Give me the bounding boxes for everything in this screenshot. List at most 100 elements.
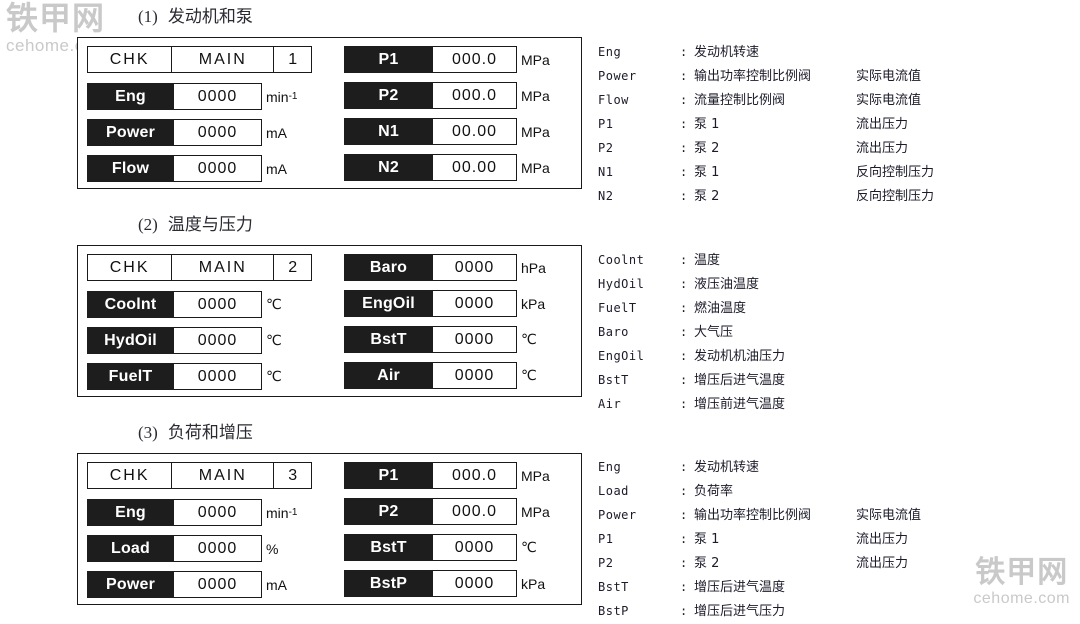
legend-colon: :: [680, 277, 688, 291]
field-row[interactable]: BstT 0000 ℃: [344, 326, 574, 353]
field-unit-bstp: kPa: [517, 570, 545, 597]
field-row[interactable]: N2 00.00 MPa: [344, 154, 574, 181]
panel-header-row[interactable]: CHK MAIN 2: [87, 254, 312, 281]
field-value-bstt[interactable]: 0000: [433, 534, 517, 561]
field-unit-text: ℃: [266, 296, 282, 312]
section-3: (3) 负荷和增压 CHK MAIN 3 Eng 0000 min -1 Load …: [0, 416, 1080, 619]
legend-description: 泵 1: [694, 165, 720, 180]
field-value-p1[interactable]: 000.0: [433, 46, 517, 73]
legend-description: 增压后进气压力: [694, 604, 786, 619]
field-value-baro[interactable]: 0000: [433, 254, 517, 281]
field-value-engoil[interactable]: 0000: [433, 290, 517, 317]
legend-extra-note: 实际电流值: [856, 69, 922, 84]
field-unit-coolnt: ℃: [262, 291, 282, 318]
field-unit-bstt: ℃: [517, 534, 537, 561]
section-2: (2) 温度与压力 CHK MAIN 2 Coolnt 0000 ℃ HydOil…: [0, 208, 1080, 412]
legend-row: N2 : 泵 2 反向控制压力: [598, 185, 1068, 209]
legend-description: 温度: [694, 253, 721, 268]
field-row[interactable]: Eng 0000 min -1: [87, 83, 357, 110]
panel-header-menu[interactable]: MAIN: [172, 47, 275, 72]
field-row[interactable]: P2 000.0 MPa: [344, 498, 574, 525]
field-value-power[interactable]: 0000: [174, 119, 262, 146]
legend-description: 发动机转速: [694, 460, 760, 475]
panel-left-column: CHK MAIN 2 Coolnt 0000 ℃ HydOil 0000 ℃ F…: [87, 254, 357, 390]
field-value-coolnt[interactable]: 0000: [174, 291, 262, 318]
field-row[interactable]: EngOil 0000 kPa: [344, 290, 574, 317]
field-value-p1[interactable]: 000.0: [433, 462, 517, 489]
panel-header-page[interactable]: 1: [274, 47, 311, 72]
field-value-air[interactable]: 0000: [433, 362, 517, 389]
field-unit-text: MPa: [521, 467, 550, 484]
field-value-fuelt[interactable]: 0000: [174, 363, 262, 390]
legend-extra-note: 流出压力: [856, 141, 909, 156]
field-row[interactable]: Power 0000 mA: [87, 119, 357, 146]
field-value-eng[interactable]: 0000: [174, 499, 262, 526]
field-value-bstt[interactable]: 0000: [433, 326, 517, 353]
field-value-n2[interactable]: 00.00: [433, 154, 517, 181]
field-unit-p1: MPa: [517, 462, 550, 489]
legend-extra-note: 反向控制压力: [856, 189, 935, 204]
panel-header-page[interactable]: 3: [274, 463, 311, 488]
field-value-hydoil[interactable]: 0000: [174, 327, 262, 354]
legend-key: Power: [598, 69, 637, 83]
panel-header-mode[interactable]: CHK: [88, 255, 173, 280]
panel-header-menu[interactable]: MAIN: [172, 255, 275, 280]
field-unit-text: mA: [266, 124, 287, 141]
legend-row: BstT : 增压后进气温度: [598, 576, 1068, 600]
field-unit-power: mA: [262, 119, 287, 146]
legend-key: BstT: [598, 580, 629, 594]
field-value-flow[interactable]: 0000: [174, 155, 262, 182]
field-row[interactable]: Power 0000 mA: [87, 571, 357, 598]
field-unit-hydoil: ℃: [262, 327, 282, 354]
panel-columns: CHK MAIN 1 Eng 0000 min -1 Power 0000 mA …: [78, 38, 581, 188]
field-value-p2[interactable]: 000.0: [433, 498, 517, 525]
panel-header-row[interactable]: CHK MAIN 3: [87, 462, 312, 489]
legend-colon: :: [680, 165, 688, 179]
field-label-baro: Baro: [344, 254, 433, 281]
panel-header-row[interactable]: CHK MAIN 1: [87, 46, 312, 73]
monitor-panel-3: CHK MAIN 3 Eng 0000 min -1 Load 0000 % Po…: [77, 453, 582, 605]
field-unit-fuelt: ℃: [262, 363, 282, 390]
field-row[interactable]: Coolnt 0000 ℃: [87, 291, 357, 318]
section-heading: (1) 发动机和泵: [138, 0, 1080, 37]
field-row[interactable]: P2 000.0 MPa: [344, 82, 574, 109]
field-unit-p2: MPa: [517, 498, 550, 525]
legend-colon: :: [680, 532, 688, 546]
field-value-load[interactable]: 0000: [174, 535, 262, 562]
legend-colon: :: [680, 580, 688, 594]
field-label-bstt: BstT: [344, 326, 433, 353]
field-unit-flow: mA: [262, 155, 287, 182]
panel-header-page[interactable]: 2: [274, 255, 311, 280]
panel-right-column: Baro 0000 hPa EngOil 0000 kPa BstT 0000 …: [344, 254, 574, 389]
field-value-p2[interactable]: 000.0: [433, 82, 517, 109]
field-label-n2: N2: [344, 154, 433, 181]
legend-colon: :: [680, 604, 688, 618]
field-unit-text: ℃: [266, 368, 282, 384]
field-row[interactable]: Baro 0000 hPa: [344, 254, 574, 281]
field-label-flow: Flow: [87, 155, 174, 182]
field-label-p2: P2: [344, 498, 433, 525]
field-value-power[interactable]: 0000: [174, 571, 262, 598]
field-row[interactable]: HydOil 0000 ℃: [87, 327, 357, 354]
panel-header-mode[interactable]: CHK: [88, 47, 173, 72]
field-value-n1[interactable]: 00.00: [433, 118, 517, 145]
legend-description: 输出功率控制比例阀: [694, 69, 812, 84]
legend-key: HydOil: [598, 277, 645, 291]
field-row[interactable]: BstT 0000 ℃: [344, 534, 574, 561]
legend-description: 泵 2: [694, 141, 720, 156]
field-row[interactable]: FuelT 0000 ℃: [87, 363, 357, 390]
field-row[interactable]: N1 00.00 MPa: [344, 118, 574, 145]
field-row[interactable]: P1 000.0 MPa: [344, 462, 574, 489]
field-value-bstp[interactable]: 0000: [433, 570, 517, 597]
field-row[interactable]: Flow 0000 mA: [87, 155, 357, 182]
field-value-eng[interactable]: 0000: [174, 83, 262, 110]
field-row[interactable]: BstP 0000 kPa: [344, 570, 574, 597]
legend-extra-note: 流出压力: [856, 117, 909, 132]
field-row[interactable]: Air 0000 ℃: [344, 362, 574, 389]
panel-header-menu[interactable]: MAIN: [172, 463, 275, 488]
panel-wrap: CHK MAIN 1 Eng 0000 min -1 Power 0000 mA …: [0, 37, 1080, 204]
field-row[interactable]: P1 000.0 MPa: [344, 46, 574, 73]
panel-header-mode[interactable]: CHK: [88, 463, 173, 488]
field-row[interactable]: Eng 0000 min -1: [87, 499, 357, 526]
field-row[interactable]: Load 0000 %: [87, 535, 357, 562]
